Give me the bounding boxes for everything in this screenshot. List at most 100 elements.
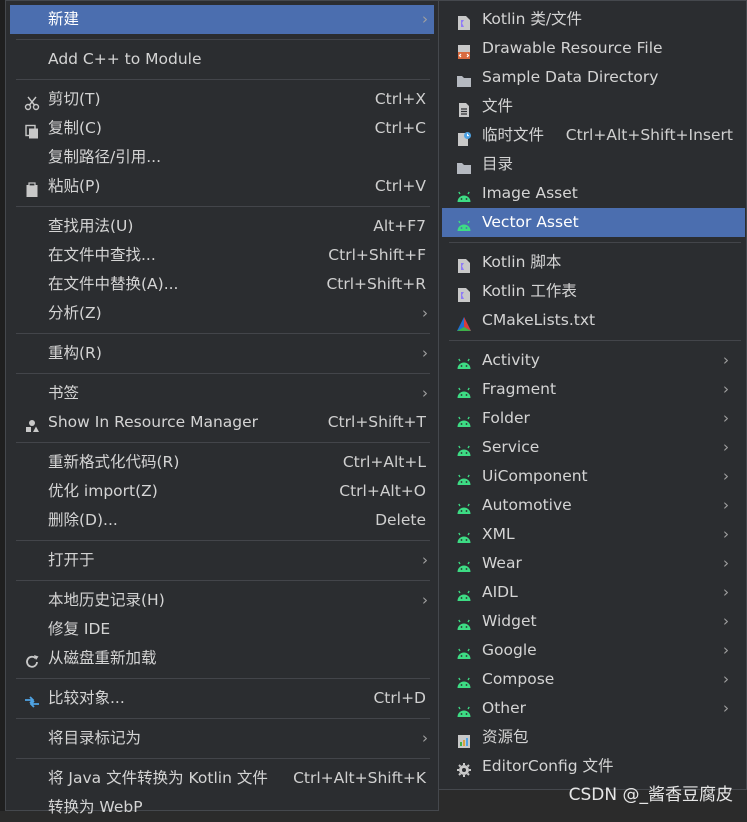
menu-item-widget[interactable]: Widget ›	[442, 607, 745, 636]
menu-item-label: 剪切(T)	[48, 90, 101, 108]
menu-item-xml[interactable]: XML ›	[442, 520, 745, 549]
menu-item-label: EditorConfig 文件	[482, 757, 614, 775]
menu-item-directory[interactable]: 目录	[442, 150, 745, 179]
menu-item-kotlin-script[interactable]: Kotlin 脚本	[442, 248, 745, 277]
menu-item-label: 文件	[482, 97, 514, 115]
resource-manager-icon	[24, 415, 40, 432]
compare-icon	[24, 691, 40, 708]
menu-item-find-usages[interactable]: 查找用法(U) Alt+F7	[10, 212, 434, 241]
folder-icon	[456, 70, 472, 87]
menu-item-mark-directory-as[interactable]: 将目录标记为 ›	[10, 724, 434, 753]
menu-item-google[interactable]: Google ›	[442, 636, 745, 665]
menu-item-editorconfig-file[interactable]: EditorConfig 文件	[442, 752, 745, 781]
menu-item-label: 资源包	[482, 728, 529, 746]
menu-item-shortcut: Ctrl+Shift+R	[326, 275, 426, 293]
menu-item-convert-java-to-kotlin[interactable]: 将 Java 文件转换为 Kotlin 文件 Ctrl+Alt+Shift+K	[10, 764, 434, 793]
menu-item-bookmarks[interactable]: 书签 ›	[10, 379, 434, 408]
menu-item-shortcut: Ctrl+Alt+L	[342, 453, 426, 471]
menu-item-compare-with[interactable]: 比较对象... Ctrl+D	[10, 684, 434, 713]
menu-separator	[16, 678, 430, 679]
menu-item-label: Fragment	[482, 380, 557, 398]
menu-item-local-history[interactable]: 本地历史记录(H) ›	[10, 586, 434, 615]
menu-item-copy[interactable]: 复制(C) Ctrl+C	[10, 114, 434, 143]
menu-item-scratch-file[interactable]: 临时文件 Ctrl+Alt+Shift+Insert	[442, 121, 745, 150]
menu-item-vector-asset[interactable]: Vector Asset	[442, 208, 745, 237]
menu-item-label: Kotlin 类/文件	[482, 10, 583, 28]
menu-item-folder[interactable]: Folder ›	[442, 404, 745, 433]
menu-item-copy-path[interactable]: 复制路径/引用...	[10, 143, 434, 172]
submenu-arrow-icon: ›	[723, 641, 729, 659]
submenu-arrow-icon: ›	[723, 438, 729, 456]
menu-item-kotlin-class-file[interactable]: Kotlin 类/文件	[442, 5, 745, 34]
menu-item-label: UiComponent	[482, 467, 588, 485]
menu-item-label: Compose	[482, 670, 555, 688]
menu-item-replace-in-files[interactable]: 在文件中替换(A)... Ctrl+Shift+R	[10, 270, 434, 299]
menu-item-sample-data-directory[interactable]: Sample Data Directory	[442, 63, 745, 92]
menu-item-reload-from-disk[interactable]: 从磁盘重新加载	[10, 644, 434, 673]
menu-item-file[interactable]: 文件	[442, 92, 745, 121]
menu-item-activity[interactable]: Activity ›	[442, 346, 745, 375]
menu-item-shortcut: Ctrl+D	[373, 689, 426, 707]
menu-item-paste[interactable]: 粘贴(P) Ctrl+V	[10, 172, 434, 201]
menu-separator	[16, 333, 430, 334]
android-icon	[456, 614, 472, 630]
menu-item-other[interactable]: Other ›	[442, 694, 745, 723]
menu-item-kotlin-worksheet[interactable]: Kotlin 工作表	[442, 277, 745, 306]
menu-item-refactor[interactable]: 重构(R) ›	[10, 339, 434, 368]
menu-item-cmakelists[interactable]: CMakeLists.txt	[442, 306, 745, 335]
menu-item-label: 将目录标记为	[48, 729, 142, 747]
menu-item-wear[interactable]: Wear ›	[442, 549, 745, 578]
android-icon	[456, 556, 472, 572]
scissors-icon	[24, 92, 40, 111]
menu-item-reformat-code[interactable]: 重新格式化代码(R) Ctrl+Alt+L	[10, 448, 434, 477]
menu-item-repair-ide[interactable]: 修复 IDE	[10, 615, 434, 644]
menu-item-cut[interactable]: 剪切(T) Ctrl+X	[10, 85, 434, 114]
menu-item-label: 重新格式化代码(R)	[48, 453, 180, 471]
menu-item-fragment[interactable]: Fragment ›	[442, 375, 745, 404]
menu-item-label: 重构(R)	[48, 344, 102, 362]
menu-separator	[16, 442, 430, 443]
menu-item-image-asset[interactable]: Image Asset	[442, 179, 745, 208]
menu-item-delete[interactable]: 删除(D)... Delete	[10, 506, 434, 535]
menu-item-label: Automotive	[482, 496, 572, 514]
menu-item-show-in-resource-manager[interactable]: Show In Resource Manager Ctrl+Shift+T	[10, 408, 434, 437]
menu-item-find-in-files[interactable]: 在文件中查找... Ctrl+Shift+F	[10, 241, 434, 270]
menu-item-label: 复制路径/引用...	[48, 148, 162, 166]
menu-item-aidl[interactable]: AIDL ›	[442, 578, 745, 607]
menu-separator	[449, 242, 741, 243]
menu-item-label: 删除(D)...	[48, 511, 118, 529]
submenu-arrow-icon: ›	[422, 384, 428, 402]
menu-item-label: Image Asset	[482, 184, 578, 202]
drawable-resource-icon	[456, 41, 472, 59]
file-icon	[456, 99, 472, 117]
submenu-arrow-icon: ›	[723, 380, 729, 398]
folder-icon	[456, 157, 472, 174]
menu-item-convert-to-webp[interactable]: 转换为 WebP	[10, 793, 434, 822]
submenu-arrow-icon: ›	[723, 699, 729, 717]
android-icon	[456, 643, 472, 659]
menu-separator	[16, 206, 430, 207]
menu-item-automotive[interactable]: Automotive ›	[442, 491, 745, 520]
menu-item-shortcut: Ctrl+Alt+O	[339, 482, 426, 500]
menu-item-open-in[interactable]: 打开于 ›	[10, 546, 434, 575]
submenu-arrow-icon: ›	[723, 670, 729, 688]
menu-item-drawable-resource-file[interactable]: Drawable Resource File	[442, 34, 745, 63]
kotlin-worksheet-icon	[456, 284, 472, 302]
menu-item-label: Sample Data Directory	[482, 68, 659, 86]
menu-item-compose[interactable]: Compose ›	[442, 665, 745, 694]
submenu-arrow-icon: ›	[422, 551, 428, 569]
menu-item-label: 将 Java 文件转换为 Kotlin 文件	[48, 769, 268, 787]
menu-item-resource-bundle[interactable]: 资源包	[442, 723, 745, 752]
menu-item-label: 查找用法(U)	[48, 217, 134, 235]
menu-item-analyze[interactable]: 分析(Z) ›	[10, 299, 434, 328]
menu-item-uicomponent[interactable]: UiComponent ›	[442, 462, 745, 491]
menu-item-service[interactable]: Service ›	[442, 433, 745, 462]
menu-item-add-cpp[interactable]: Add C++ to Module	[10, 45, 434, 74]
menu-item-shortcut: Alt+F7	[373, 217, 426, 235]
menu-item-label: Add C++ to Module	[48, 50, 202, 68]
menu-item-optimize-imports[interactable]: 优化 import(Z) Ctrl+Alt+O	[10, 477, 434, 506]
submenu-arrow-icon: ›	[422, 344, 428, 362]
menu-item-new[interactable]: 新建 ›	[10, 5, 434, 34]
menu-item-label: Wear	[482, 554, 522, 572]
submenu-arrow-icon: ›	[723, 409, 729, 427]
